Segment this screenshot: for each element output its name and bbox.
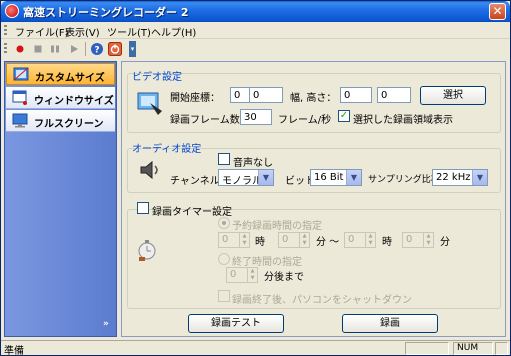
scheduled-time-radio[interactable]	[218, 217, 230, 229]
play-icon[interactable]	[67, 42, 81, 56]
hour-unit-label: 時	[255, 237, 265, 248]
select-region-button[interactable]: 選択	[420, 86, 486, 105]
spinner-arrows-icon[interactable]: ▲ ▼	[239, 233, 249, 247]
sidebar-item-label: カスタムサイズ	[35, 73, 105, 84]
timer-enable-checkbox[interactable]	[137, 202, 149, 214]
menu-bar: ファイル(F) 表示(V) ツール(T) ヘルプ(H)	[1, 22, 510, 39]
speaker-icon	[138, 158, 162, 185]
show-region-label: 選択した録画領域表示	[353, 115, 453, 126]
end-after-unit-label: 分後まで	[264, 272, 304, 283]
power-icon[interactable]	[108, 42, 122, 56]
channel-value: モノラル	[222, 176, 262, 187]
custom-size-icon	[13, 67, 29, 82]
mute-checkbox[interactable]	[218, 153, 230, 165]
toolbar: ? ▾	[1, 39, 510, 59]
toolbar-separator	[85, 42, 86, 56]
end-time-label: 終了時間の指定	[232, 257, 302, 268]
shutdown-checkbox[interactable]	[218, 290, 230, 302]
menu-tools[interactable]: ツール(T)	[107, 24, 151, 39]
mute-label: 音声なし	[233, 158, 273, 169]
fps-unit-label: フレーム/秒	[278, 115, 332, 126]
fps-label: 録画フレーム数：	[170, 115, 250, 126]
status-text: 準備	[4, 346, 24, 356]
shutdown-label: 録画終了後、パソコンをシャットダウン	[232, 295, 412, 306]
chevron-down-icon[interactable]: ▼	[346, 170, 361, 185]
to-hour-value: 0	[348, 234, 355, 245]
height-input[interactable]	[377, 87, 411, 103]
settings-panel: ビデオ設定 開始座標： 幅, 高さ： 選択 録画フレーム数： フレーム/秒 ✓ …	[121, 61, 506, 337]
size-label: 幅, 高さ：	[290, 93, 337, 104]
spinner-arrows-icon[interactable]: ▲ ▼	[247, 268, 257, 282]
status-cell-blank	[405, 342, 449, 355]
scheduled-time-label: 予約録画時間の指定	[232, 221, 322, 232]
pause-icon[interactable]	[49, 42, 63, 56]
window-title: 窩速ストリーミングレコーダー 2	[23, 6, 189, 19]
menu-view[interactable]: 表示(V)	[65, 24, 100, 39]
record-icon[interactable]	[13, 42, 27, 56]
sidebar-item-window-size[interactable]: ウィンドウサイズ	[6, 87, 115, 109]
sidebar-item-label: ウィンドウサイズ	[34, 96, 114, 107]
sidebar: カスタムサイズ ウィンドウサイズ フルスクリーン »	[4, 61, 117, 337]
spinner-arrows-icon[interactable]: ▲ ▼	[423, 233, 433, 247]
window-size-icon	[12, 90, 28, 105]
spinner-arrows-icon[interactable]: ▲ ▼	[299, 233, 309, 247]
stopwatch-icon	[136, 237, 160, 266]
video-settings-icon	[136, 89, 164, 120]
sample-rate-select[interactable]: 22 kHz ▼	[432, 169, 488, 186]
sidebar-expand-chevron-icon[interactable]: »	[103, 319, 109, 329]
title-bar[interactable]: 窩速ストリーミングレコーダー 2 ✕	[1, 1, 510, 22]
toolbar-grip	[4, 43, 7, 55]
app-logo-icon	[5, 4, 19, 18]
audio-settings-title: オーディオ設定	[132, 144, 202, 155]
fullscreen-icon	[12, 113, 28, 128]
channel-select[interactable]: モノラル ▼	[218, 169, 274, 187]
stop-icon[interactable]	[31, 42, 45, 56]
menu-help[interactable]: ヘルプ(H)	[151, 24, 196, 39]
video-settings-title: ビデオ設定	[132, 72, 182, 83]
to-hour-spinner[interactable]: 0 ▲ ▼	[344, 232, 376, 248]
menu-grip	[4, 25, 7, 36]
record-test-button[interactable]: 録画テスト	[188, 314, 284, 333]
num-lock-indicator: NUM	[453, 342, 493, 355]
from-minute-value: 0	[282, 234, 289, 245]
toolbar-overflow-chevron[interactable]: ▾	[129, 41, 136, 57]
bit-select[interactable]: 16 Bit ▼	[310, 169, 362, 186]
sidebar-item-label: フルスクリーン	[34, 119, 104, 130]
timer-settings-title: 録画タイマー設定	[152, 207, 232, 218]
end-time-radio[interactable]	[218, 253, 230, 265]
end-after-spinner[interactable]: 0 ▲ ▼	[226, 267, 258, 283]
minute-range-label: 分 〜	[316, 237, 340, 248]
from-hour-spinner[interactable]: 0 ▲ ▼	[218, 232, 250, 248]
width-input[interactable]	[340, 87, 372, 103]
record-button[interactable]: 録画	[342, 314, 438, 333]
app-window: 窩速ストリーミングレコーダー 2 ✕ ファイル(F) 表示(V) ツール(T) …	[0, 0, 511, 356]
end-after-value: 0	[230, 269, 237, 280]
to-hour-unit-label: 時	[382, 237, 392, 248]
sidebar-item-fullscreen[interactable]: フルスクリーン	[6, 110, 115, 132]
start-y-input[interactable]	[249, 87, 283, 103]
show-region-checkbox[interactable]: ✓	[338, 110, 350, 122]
start-coord-label: 開始座標：	[170, 93, 220, 104]
sample-rate-value: 22 kHz	[436, 172, 471, 183]
to-minute-spinner[interactable]: 0 ▲ ▼	[402, 232, 434, 248]
from-hour-value: 0	[222, 234, 229, 245]
spinner-arrows-icon[interactable]: ▲ ▼	[365, 233, 375, 247]
close-button[interactable]: ✕	[489, 3, 506, 20]
to-minute-unit-label: 分	[440, 237, 450, 248]
help-icon[interactable]: ?	[90, 42, 104, 56]
chevron-down-icon[interactable]: ▼	[258, 170, 273, 185]
svg-text:?: ?	[94, 46, 99, 56]
chevron-down-icon[interactable]: ▼	[472, 170, 487, 185]
bit-value: 16 Bit	[314, 172, 344, 183]
status-bar: 準備 NUM	[1, 340, 510, 356]
menu-file[interactable]: ファイル(F)	[15, 24, 69, 39]
from-minute-spinner[interactable]: 0 ▲ ▼	[278, 232, 310, 248]
to-minute-value: 0	[406, 234, 413, 245]
sidebar-item-custom-size[interactable]: カスタムサイズ	[6, 63, 115, 85]
status-cell-end	[495, 342, 508, 355]
fps-input[interactable]	[240, 109, 272, 125]
